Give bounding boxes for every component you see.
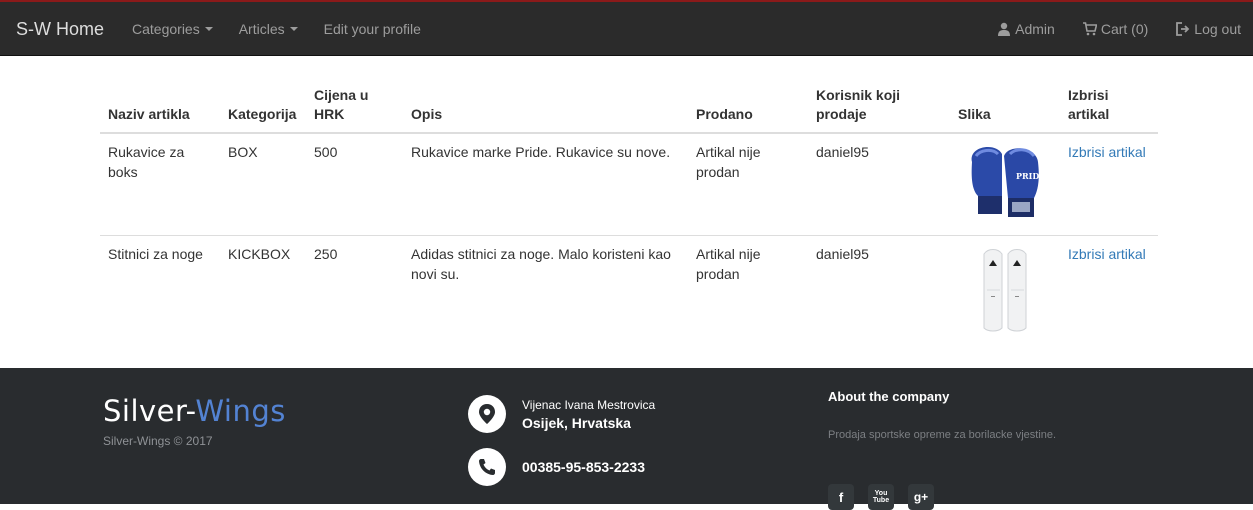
boxing-gloves-image: PRIDE	[971, 147, 1045, 217]
phone-number: 00385-95-853-2233	[522, 459, 645, 475]
articles-table: Naziv artikla Kategorija Cijena u HRK Op…	[100, 80, 1158, 349]
articles-label: Articles	[238, 21, 285, 37]
logout-label: Log out	[1194, 21, 1241, 37]
header-sold: Prodano	[688, 80, 808, 134]
cell-sold: Artikal nije prodan	[696, 144, 761, 180]
edit-profile-link[interactable]: Edit your profile	[311, 21, 434, 37]
logout-icon	[1176, 22, 1190, 36]
cell-price: 500	[314, 144, 338, 160]
map-marker-icon	[468, 395, 506, 433]
google-plus-icon[interactable]: g+	[908, 484, 934, 510]
categories-label: Categories	[132, 21, 200, 37]
table-header-row: Naziv artikla Kategorija Cijena u HRK Op…	[100, 80, 1158, 134]
footer-address: Vijenac Ivana Mestrovica Osijek, Hrvatsk…	[468, 395, 655, 433]
brand-home-link[interactable]: S-W Home	[0, 19, 119, 40]
delete-article-link[interactable]: Izbrisi artikal	[1068, 144, 1146, 160]
header-category: Kategorija	[220, 80, 306, 134]
nav-left: S-W Home Categories Articles Edit your p…	[0, 2, 434, 56]
page-footer: Silver-Wings Silver-Wings © 2017 Vijenac…	[0, 368, 1253, 510]
cart-link[interactable]: Cart (0)	[1069, 21, 1162, 37]
cell-delete: Izbrisi artikal	[1060, 133, 1158, 236]
table-row: Rukavice za boks BOX 500 Rukavice marke …	[100, 133, 1158, 236]
nav-right: Admin Cart (0) Log out	[983, 2, 1253, 56]
cell-image: PRIDE	[950, 133, 1060, 236]
cell-name: Stitnici za noge	[100, 235, 220, 349]
social-links: f You Tube g+	[828, 484, 948, 510]
cell-price: 250	[306, 235, 403, 349]
address-text: Vijenac Ivana Mestrovica Osijek, Hrvatsk…	[522, 398, 655, 431]
cell-seller: daniel95	[808, 235, 950, 349]
cell-name: Rukavice za boks	[108, 144, 185, 180]
header-seller: Korisnik koji prodaje	[808, 80, 950, 134]
cell-category: KICKBOX	[220, 235, 306, 349]
logo-text-part1: Silver-	[103, 394, 196, 428]
header-price: Cijena u HRK	[306, 80, 403, 134]
table-row: Stitnici za noge KICKBOX 250 Adidas stit…	[100, 235, 1158, 349]
header-name: Naziv artikla	[100, 80, 220, 134]
about-title: About the company	[828, 389, 950, 404]
shin-guards-image	[983, 249, 1027, 332]
logout-link[interactable]: Log out	[1162, 21, 1253, 37]
phone-icon	[468, 448, 506, 486]
youtube-icon[interactable]: You Tube	[868, 484, 894, 510]
footer-logo: Silver-Wings	[103, 394, 286, 428]
address-street: Vijenac Ivana Mestrovica	[522, 397, 656, 412]
articles-dropdown[interactable]: Articles	[226, 21, 311, 37]
top-navbar: S-W Home Categories Articles Edit your p…	[0, 0, 1253, 56]
address-city: Osijek, Hrvatska	[522, 414, 631, 431]
header-description: Opis	[403, 80, 688, 134]
user-icon	[998, 22, 1011, 36]
header-image: Slika	[950, 80, 1060, 134]
cell-seller: daniel95	[816, 144, 869, 160]
articles-table-container: Naziv artikla Kategorija Cijena u HRK Op…	[100, 80, 1158, 349]
cell-sold: Artikal nije prodan	[688, 235, 808, 349]
footer-phone: 00385-95-853-2233	[468, 448, 645, 486]
cell-description: Adidas stitnici za noge. Malo koristeni …	[403, 235, 688, 349]
admin-link[interactable]: Admin	[983, 21, 1069, 37]
delete-article-link[interactable]: Izbrisi artikal	[1068, 246, 1146, 262]
caret-down-icon	[289, 27, 298, 31]
facebook-icon[interactable]: f	[828, 484, 854, 510]
cart-icon	[1082, 22, 1097, 36]
cart-label: Cart (0)	[1100, 21, 1149, 37]
footer-copyright: Silver-Wings © 2017	[103, 434, 213, 448]
header-delete: Izbrisi artikal	[1060, 80, 1158, 134]
logo-text-part2: Wings	[195, 394, 286, 428]
cell-image	[950, 235, 1060, 349]
glove-brand-text: PRIDE	[1016, 171, 1045, 181]
cell-category: BOX	[228, 144, 258, 160]
admin-label: Admin	[1015, 21, 1055, 37]
cell-delete: Izbrisi artikal	[1060, 235, 1158, 349]
caret-down-icon	[204, 27, 213, 31]
about-text: Prodaja sportske opreme za borilacke vje…	[828, 429, 1057, 441]
cell-description: Rukavice marke Pride. Rukavice su nove.	[411, 144, 671, 160]
categories-dropdown[interactable]: Categories	[119, 21, 226, 37]
